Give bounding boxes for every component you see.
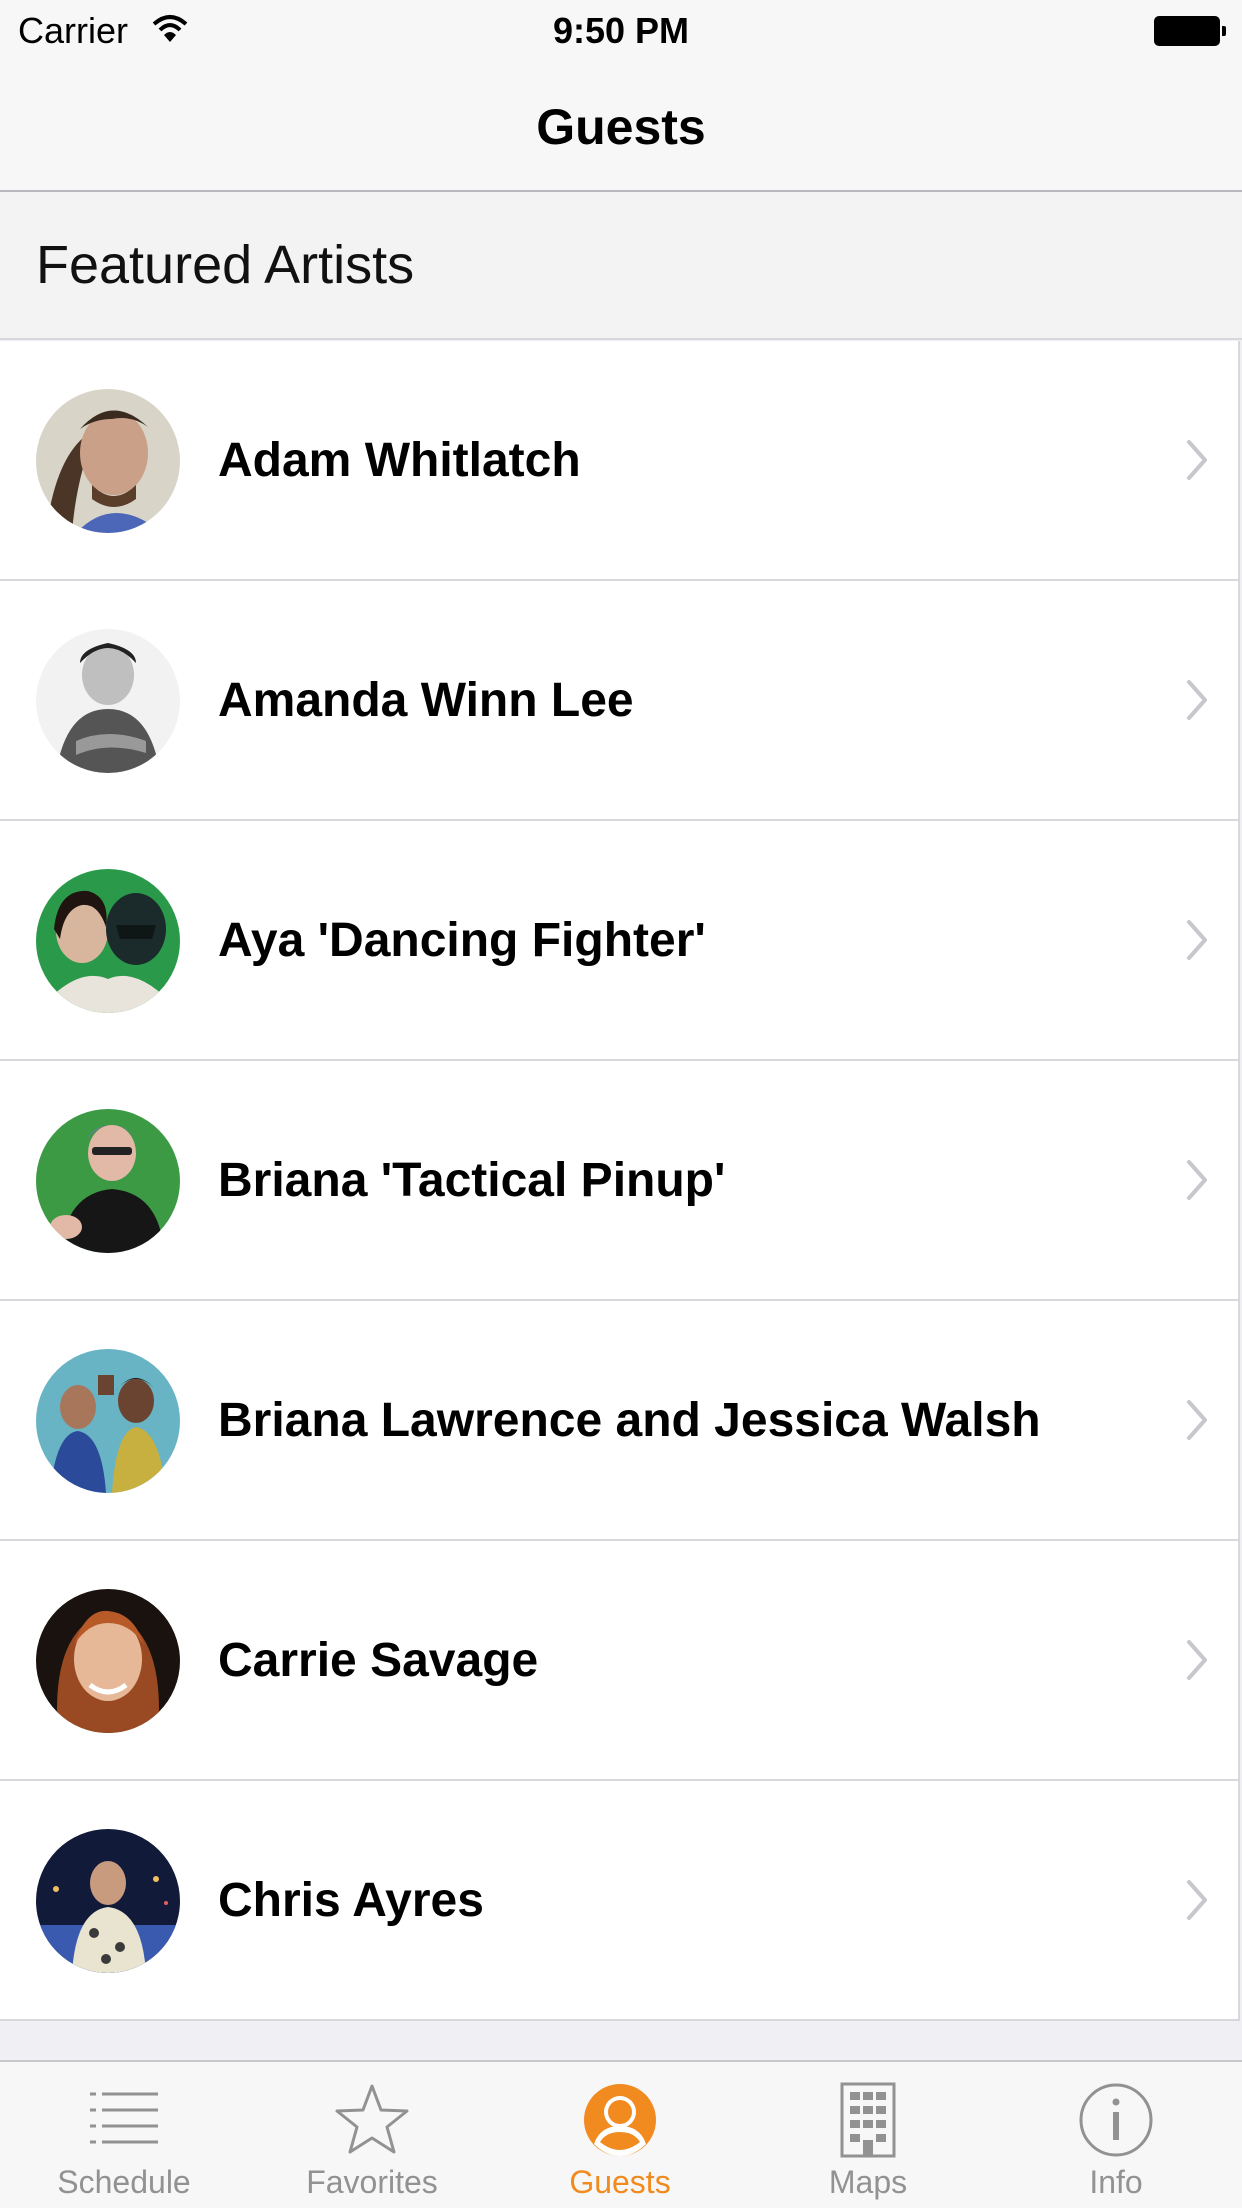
- tab-favorites[interactable]: Favorites: [248, 2062, 496, 2208]
- guest-name: Amanda Winn Lee: [218, 674, 634, 727]
- tab-label: Info: [1089, 2164, 1143, 2200]
- guest-avatar: [36, 1589, 180, 1733]
- page-title: Guests: [536, 99, 706, 155]
- guest-name: Adam Whitlatch: [218, 434, 581, 487]
- section-title: Featured Artists: [36, 235, 415, 295]
- tab-maps[interactable]: Maps: [744, 2062, 992, 2208]
- status-time: 9:50 PM: [552, 10, 690, 51]
- guest-row[interactable]: Briana 'Tactical Pinup': [0, 1061, 1238, 1301]
- guest-row[interactable]: Adam Whitlatch: [0, 341, 1238, 581]
- battery-icon: [1154, 16, 1226, 46]
- guest-name: Carrie Savage: [218, 1634, 539, 1687]
- building-icon: [840, 2082, 896, 2158]
- guest-row[interactable]: Carrie Savage: [0, 1541, 1238, 1781]
- guest-avatar: [36, 1829, 180, 1973]
- guest-avatar: [36, 1349, 180, 1493]
- tab-label: Guests: [569, 2164, 671, 2200]
- tab-label: Favorites: [306, 2164, 438, 2200]
- section-header: Featured Artists: [0, 192, 1242, 340]
- person-icon: [584, 2084, 656, 2156]
- tab-label: Maps: [828, 2164, 908, 2200]
- info-icon: [1079, 2083, 1153, 2157]
- list-icon: [90, 2092, 158, 2144]
- guests-screen: Carrier 9:50 PM Guests Featured Artists: [0, 0, 1242, 2208]
- tab-info[interactable]: Info: [992, 2062, 1240, 2208]
- guest-name: Briana Lawrence and Jessica Walsh: [218, 1394, 1041, 1447]
- chevron-right-icon: [1187, 680, 1207, 720]
- guest-avatar: [36, 869, 180, 1013]
- tab-bar: Schedule Favorites Guests Maps Info: [0, 2060, 1242, 2208]
- guest-name: Briana 'Tactical Pinup': [218, 1154, 726, 1207]
- chevron-right-icon: [1187, 1640, 1207, 1680]
- status-bar: Carrier 9:50 PM: [0, 0, 1242, 60]
- chevron-right-icon: [1187, 1880, 1207, 1920]
- guest-avatar: [36, 1109, 180, 1253]
- chevron-right-icon: [1187, 920, 1207, 960]
- chevron-right-icon: [1187, 1400, 1207, 1440]
- guest-name: Aya 'Dancing Fighter': [218, 914, 706, 967]
- guest-row[interactable]: Amanda Winn Lee: [0, 581, 1238, 821]
- navigation-bar: Guests: [0, 60, 1242, 192]
- guest-row[interactable]: Chris Ayres: [0, 1781, 1238, 2021]
- star-icon: [335, 2084, 409, 2154]
- guest-row[interactable]: Briana Lawrence and Jessica Walsh: [0, 1301, 1238, 1541]
- tab-schedule[interactable]: Schedule: [0, 2062, 248, 2208]
- guest-row[interactable]: Aya 'Dancing Fighter': [0, 821, 1238, 1061]
- guest-avatar: [36, 389, 180, 533]
- guest-name: Chris Ayres: [218, 1874, 484, 1927]
- chevron-right-icon: [1187, 1160, 1207, 1200]
- tab-label: Schedule: [57, 2164, 191, 2200]
- tab-guests[interactable]: Guests: [496, 2062, 744, 2208]
- guest-avatar: [36, 629, 180, 773]
- chevron-right-icon: [1187, 440, 1207, 480]
- guest-list: Adam Whitlatch Amanda Winn Lee Aya 'Danc…: [0, 341, 1240, 2021]
